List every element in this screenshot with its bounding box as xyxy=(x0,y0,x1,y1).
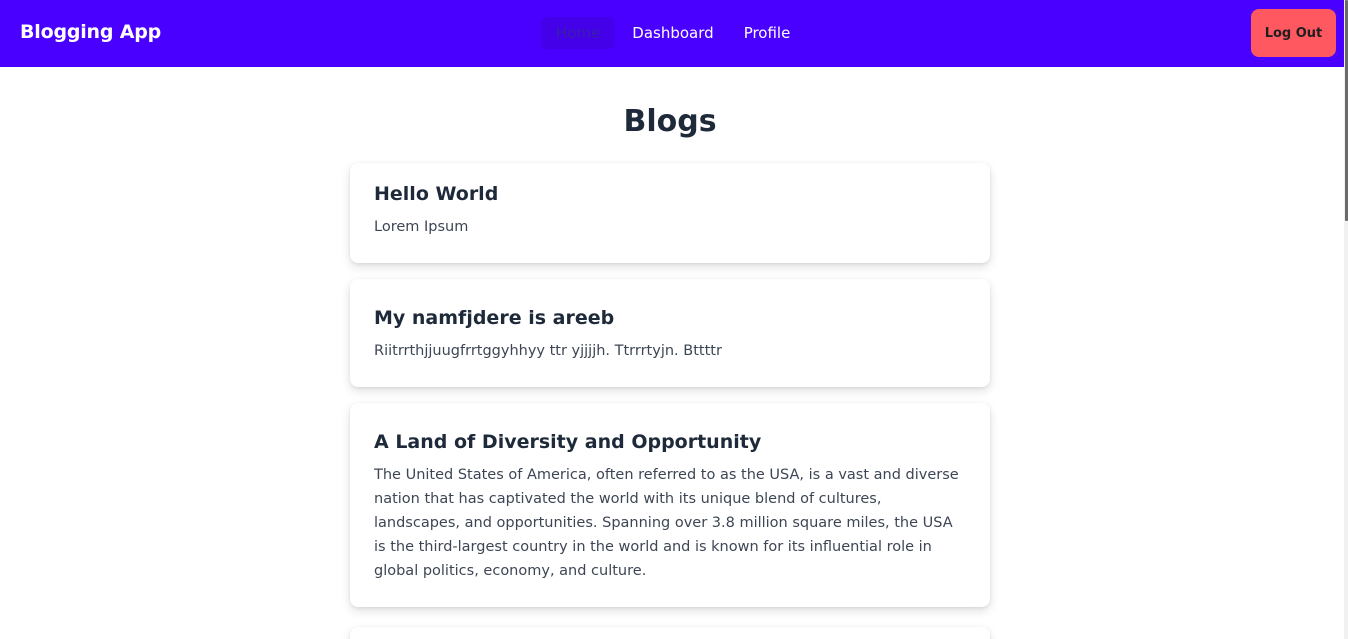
blog-card[interactable]: My namfjdere is areeb Riitrrthjjuugfrrtg… xyxy=(350,279,990,387)
vertical-scrollbar[interactable] xyxy=(1344,0,1348,639)
nav-link-profile[interactable]: Profile xyxy=(729,17,806,49)
blog-card-partial[interactable] xyxy=(350,627,990,639)
blog-title[interactable]: Hello World xyxy=(374,182,966,206)
navbar: Blogging App Home Dashboard Profile Log … xyxy=(0,0,1344,67)
blog-card[interactable]: A Land of Diversity and Opportunity The … xyxy=(350,403,990,607)
page: Blogging App Home Dashboard Profile Log … xyxy=(0,0,1348,639)
nav-link-home[interactable]: Home xyxy=(541,17,616,49)
nav-links: Home Dashboard Profile xyxy=(541,17,805,49)
page-title: Blogs xyxy=(623,104,717,139)
nav-link-dashboard[interactable]: Dashboard xyxy=(617,17,728,49)
blog-title[interactable]: My namfjdere is areeb xyxy=(374,306,966,330)
blog-title[interactable]: A Land of Diversity and Opportunity xyxy=(374,430,966,454)
brand-logo[interactable]: Blogging App xyxy=(20,21,161,43)
logout-button[interactable]: Log Out xyxy=(1251,9,1336,57)
blog-card[interactable]: Hello World Lorem Ipsum xyxy=(350,163,990,263)
blog-body: Lorem Ipsum xyxy=(374,219,469,235)
blog-body: Riitrrthjjuugfrrtggyhhyy ttr yjjjjh. Ttr… xyxy=(374,343,722,359)
blog-body: The United States of America, often refe… xyxy=(374,467,959,579)
